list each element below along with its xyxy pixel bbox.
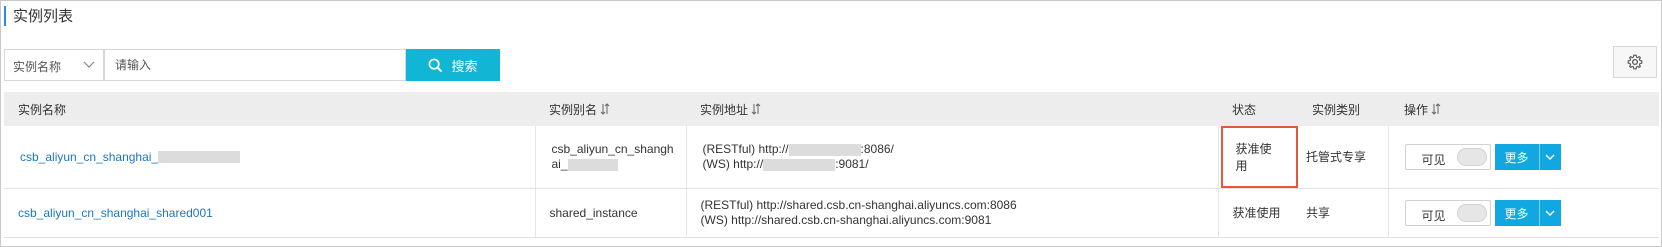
instance-table: 实例名称 实例别名 实例地址 状态 实例类别 操作 csb_aliyun_cn_… bbox=[4, 92, 1659, 238]
search-button[interactable]: 搜索 bbox=[406, 49, 500, 81]
title-accent-bar bbox=[4, 6, 6, 26]
redacted-text bbox=[158, 151, 241, 164]
toggle-switch[interactable] bbox=[1456, 204, 1487, 222]
alias-line-1: csb_aliyun_cn_shangh bbox=[551, 142, 674, 156]
cell-name: csb_aliyun_cn_shanghai_shared001 bbox=[4, 188, 535, 238]
more-dropdown[interactable]: 更多 bbox=[1494, 200, 1561, 226]
column-label: 实例名称 bbox=[18, 102, 67, 117]
cell-category: 托管式专享 bbox=[1298, 126, 1388, 189]
address-restful: (RESTful) http://shared.csb.cn-shanghai.… bbox=[700, 198, 1017, 212]
cell-alias: csb_aliyun_cn_shangh ai_ bbox=[534, 126, 686, 189]
category-text: 共享 bbox=[1306, 205, 1331, 220]
column-label: 实例类别 bbox=[1312, 102, 1361, 117]
cell-name: csb_aliyun_cn_shanghai_ bbox=[4, 126, 535, 189]
toggle-switch[interactable] bbox=[1456, 148, 1487, 166]
toggle-label: 可见 bbox=[1421, 153, 1446, 167]
more-dropdown[interactable]: 更多 bbox=[1494, 144, 1561, 170]
cell-actions: 可见 更多 bbox=[1387, 126, 1659, 189]
status-badge: 获准使用 bbox=[1220, 126, 1298, 188]
address-restful-suffix: :8086/ bbox=[860, 142, 894, 156]
search-button-label: 搜索 bbox=[451, 58, 478, 74]
cell-status: 获准使用 bbox=[1217, 126, 1298, 189]
page-title: 实例列表 bbox=[13, 8, 74, 25]
column-label: 操作 bbox=[1404, 102, 1429, 117]
toggle-label: 可见 bbox=[1421, 209, 1446, 223]
column-label: 实例别名 bbox=[549, 102, 598, 117]
table-row: csb_aliyun_cn_shanghai_ csb_aliyun_cn_sh… bbox=[4, 126, 1659, 189]
more-caret-button[interactable] bbox=[1538, 144, 1561, 170]
more-button[interactable]: 更多 bbox=[1494, 200, 1539, 226]
chevron-down-icon bbox=[83, 61, 95, 68]
column-header-alias[interactable]: 实例别名 bbox=[535, 92, 686, 126]
address-ws-suffix: :9081/ bbox=[835, 157, 869, 171]
address-restful-prefix: (RESTful) http:// bbox=[702, 142, 789, 156]
table-row: csb_aliyun_cn_shanghai_shared001 shared_… bbox=[4, 188, 1659, 238]
column-header-actions[interactable]: 操作 bbox=[1388, 92, 1659, 126]
visibility-toggle[interactable]: 可见 bbox=[1404, 144, 1491, 170]
page-header: 实例列表 bbox=[4, 4, 1659, 28]
gear-icon bbox=[1627, 54, 1643, 70]
table-header-row: 实例名称 实例别名 实例地址 状态 实例类别 操作 bbox=[4, 92, 1659, 126]
more-caret-button[interactable] bbox=[1538, 200, 1561, 226]
sort-icon[interactable] bbox=[1431, 103, 1441, 115]
sort-icon[interactable] bbox=[600, 103, 610, 115]
search-field-selected: 实例名称 bbox=[13, 60, 62, 74]
cell-status: 获准使用 bbox=[1217, 188, 1298, 238]
column-label: 状态 bbox=[1232, 102, 1257, 117]
redacted-text bbox=[567, 158, 618, 171]
cell-actions: 可见 更多 bbox=[1387, 188, 1659, 238]
column-header-address[interactable]: 实例地址 bbox=[686, 92, 1218, 126]
sort-icon[interactable] bbox=[751, 103, 761, 115]
cell-address: (RESTful) http:// :8086/ (WS) http:// :9081… bbox=[685, 126, 1218, 189]
search-bar: 实例名称 搜索 bbox=[4, 49, 1659, 81]
redacted-text bbox=[788, 143, 861, 156]
address-ws: (WS) http://shared.csb.cn-shanghai.aliyu… bbox=[700, 213, 992, 227]
column-header-category: 实例类别 bbox=[1298, 92, 1388, 126]
instance-name-link[interactable]: csb_aliyun_cn_shanghai_shared001 bbox=[18, 206, 213, 220]
search-field-select[interactable]: 实例名称 bbox=[4, 49, 104, 81]
cell-alias: shared_instance bbox=[534, 188, 686, 238]
instance-name-link[interactable]: csb_aliyun_cn_shanghai_ bbox=[20, 150, 158, 164]
more-button[interactable]: 更多 bbox=[1494, 144, 1539, 170]
cell-address: (RESTful) http://shared.csb.cn-shanghai.… bbox=[685, 188, 1218, 238]
visibility-toggle[interactable]: 可见 bbox=[1404, 200, 1491, 226]
search-icon bbox=[429, 58, 443, 72]
status-text: 获准使用 bbox=[1232, 205, 1281, 220]
chevron-down-icon bbox=[1545, 210, 1555, 217]
cell-category: 共享 bbox=[1298, 188, 1388, 238]
column-label: 实例地址 bbox=[700, 102, 749, 117]
alias-line-2: ai_ bbox=[551, 157, 568, 171]
chevron-down-icon bbox=[1545, 154, 1555, 161]
alias-text: shared_instance bbox=[549, 205, 638, 220]
redacted-text bbox=[763, 158, 836, 171]
column-header-status: 状态 bbox=[1218, 92, 1298, 126]
column-header-name: 实例名称 bbox=[4, 92, 535, 126]
search-input[interactable] bbox=[104, 49, 406, 81]
category-text: 托管式专享 bbox=[1306, 149, 1367, 164]
address-ws-prefix: (WS) http:// bbox=[702, 157, 764, 171]
settings-button[interactable] bbox=[1613, 46, 1657, 78]
